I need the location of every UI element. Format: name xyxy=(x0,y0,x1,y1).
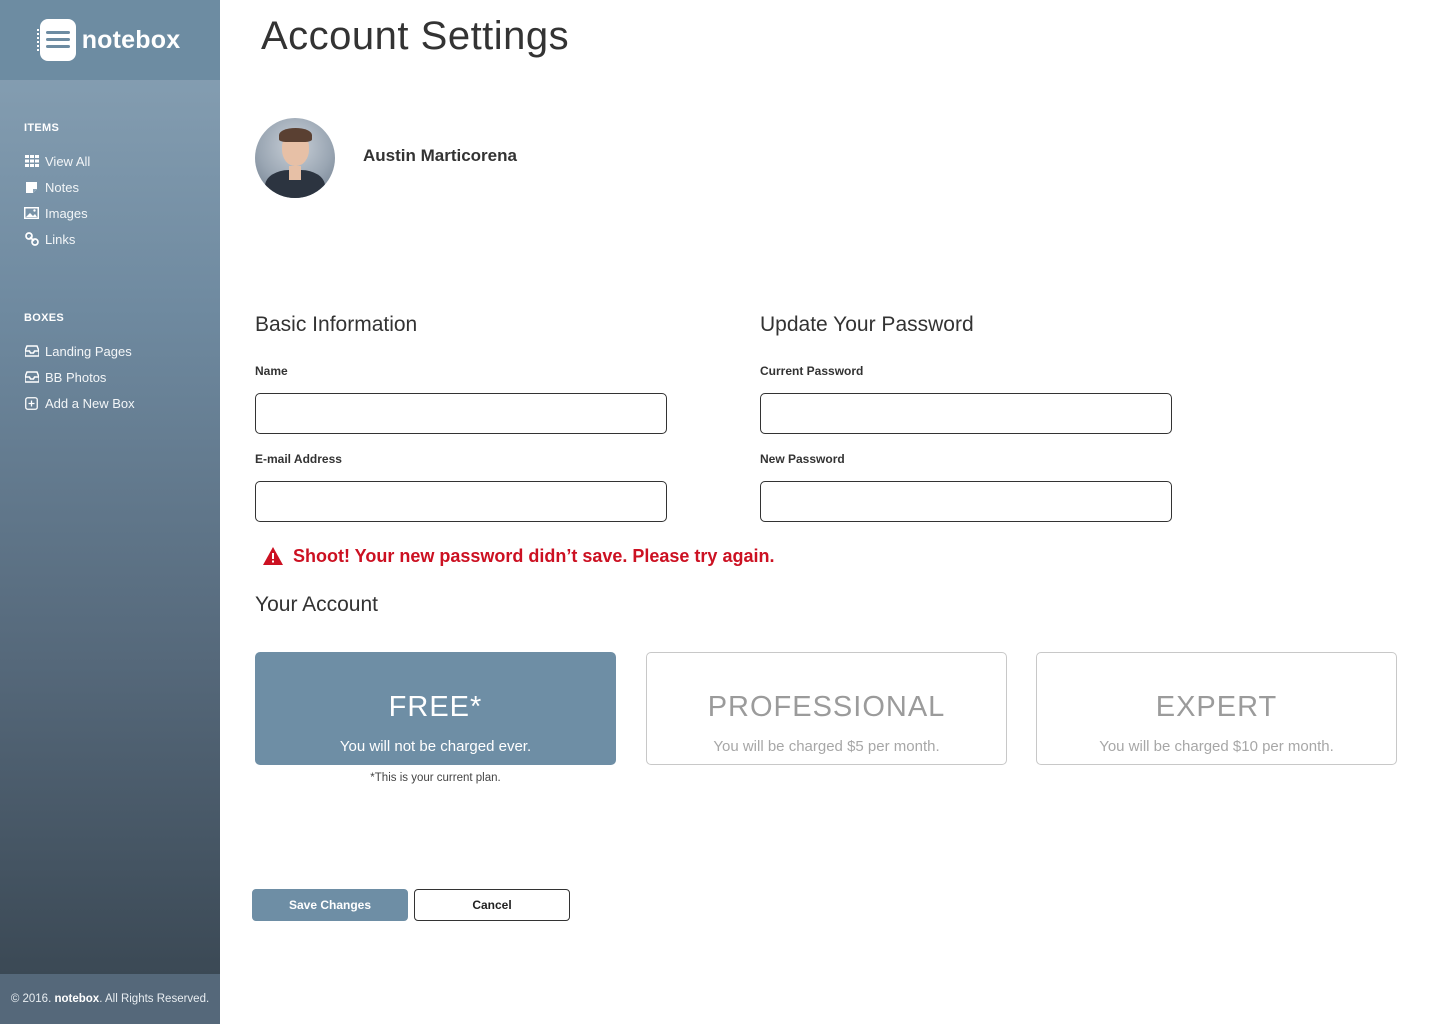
main-content: Account Settings Austin Marticorena Basi… xyxy=(220,0,1440,1024)
sidebar-item-label: Links xyxy=(45,231,76,247)
page-title: Account Settings xyxy=(261,14,570,58)
sidebar-footer: © 2016. notebox. All Rights Reserved. xyxy=(0,974,220,1024)
name-label: Name xyxy=(255,364,288,378)
current-plan-note: *This is your current plan. xyxy=(370,772,501,784)
plan-name: FREE* xyxy=(388,691,483,723)
sidebar-item-bb-photos[interactable]: BB Photos xyxy=(24,364,135,390)
user-name: Austin Marticorena xyxy=(363,146,517,165)
plan-description: You will be charged $10 per month. xyxy=(1099,738,1334,755)
sidebar-item-view-all[interactable]: View All xyxy=(24,148,90,174)
current-password-input[interactable] xyxy=(760,393,1172,434)
notebook-icon xyxy=(36,19,76,61)
plan-name: PROFESSIONAL xyxy=(707,691,946,723)
sidebar: notebox ITEMS View All Notes Images Link… xyxy=(0,0,220,1024)
sidebar-item-label: Images xyxy=(45,205,88,221)
password-title: Update Your Password xyxy=(760,313,974,336)
sidebar-item-add-box[interactable]: Add a New Box xyxy=(24,390,135,416)
sidebar-item-label: Add a New Box xyxy=(45,395,135,411)
plan-professional-card[interactable]: PROFESSIONAL You will be charged $5 per … xyxy=(646,652,1007,765)
error-message: Shoot! Your new password didn’t save. Pl… xyxy=(263,546,774,567)
boxes-section: BOXES Landing Pages BB Photos Add a New … xyxy=(24,312,135,416)
inbox-icon xyxy=(24,370,39,385)
items-section: ITEMS View All Notes Images Links xyxy=(24,122,90,252)
new-password-label: New Password xyxy=(760,452,845,466)
inbox-icon xyxy=(24,344,39,359)
sidebar-item-images[interactable]: Images xyxy=(24,200,90,226)
items-heading: ITEMS xyxy=(24,122,60,134)
sidebar-item-label: Landing Pages xyxy=(45,343,132,359)
plan-free-card[interactable]: FREE* You will not be charged ever. xyxy=(255,652,616,765)
plus-square-icon xyxy=(24,396,39,411)
account-title: Your Account xyxy=(255,593,378,616)
new-password-input[interactable] xyxy=(760,481,1172,522)
warning-icon xyxy=(263,546,283,567)
email-label: E-mail Address xyxy=(255,452,342,466)
plan-name: EXPERT xyxy=(1155,691,1278,723)
basic-info-title: Basic Information xyxy=(255,313,418,336)
copyright-prefix: © 2016. xyxy=(10,993,52,1005)
plan-expert-card[interactable]: EXPERT You will be charged $10 per month… xyxy=(1036,652,1397,765)
name-input[interactable] xyxy=(255,393,667,434)
note-icon xyxy=(24,180,39,195)
sidebar-item-landing-pages[interactable]: Landing Pages xyxy=(24,338,135,364)
link-icon xyxy=(24,232,39,247)
email-input[interactable] xyxy=(255,481,667,522)
current-password-label: Current Password xyxy=(760,364,864,378)
sidebar-item-links[interactable]: Links xyxy=(24,226,90,252)
plan-description: You will be charged $5 per month. xyxy=(713,738,940,755)
sidebar-item-label: Notes xyxy=(45,179,79,195)
sidebar-item-notes[interactable]: Notes xyxy=(24,174,90,200)
cancel-button[interactable]: Cancel xyxy=(414,889,570,921)
sidebar-item-label: BB Photos xyxy=(45,369,107,385)
brand-name: notebox xyxy=(81,25,181,54)
sidebar-item-label: View All xyxy=(45,153,91,169)
image-icon xyxy=(24,206,39,221)
footer-brand: notebox xyxy=(54,993,100,1005)
error-text: Shoot! Your new password didn’t save. Pl… xyxy=(293,546,775,566)
plan-description: You will not be charged ever. xyxy=(339,738,532,755)
save-changes-button[interactable]: Save Changes xyxy=(252,889,408,921)
grid-icon xyxy=(24,154,39,169)
copyright-suffix: . All Rights Reserved. xyxy=(99,993,210,1005)
avatar[interactable] xyxy=(255,118,335,198)
brand[interactable]: notebox xyxy=(0,0,220,80)
boxes-heading: BOXES xyxy=(24,312,65,324)
